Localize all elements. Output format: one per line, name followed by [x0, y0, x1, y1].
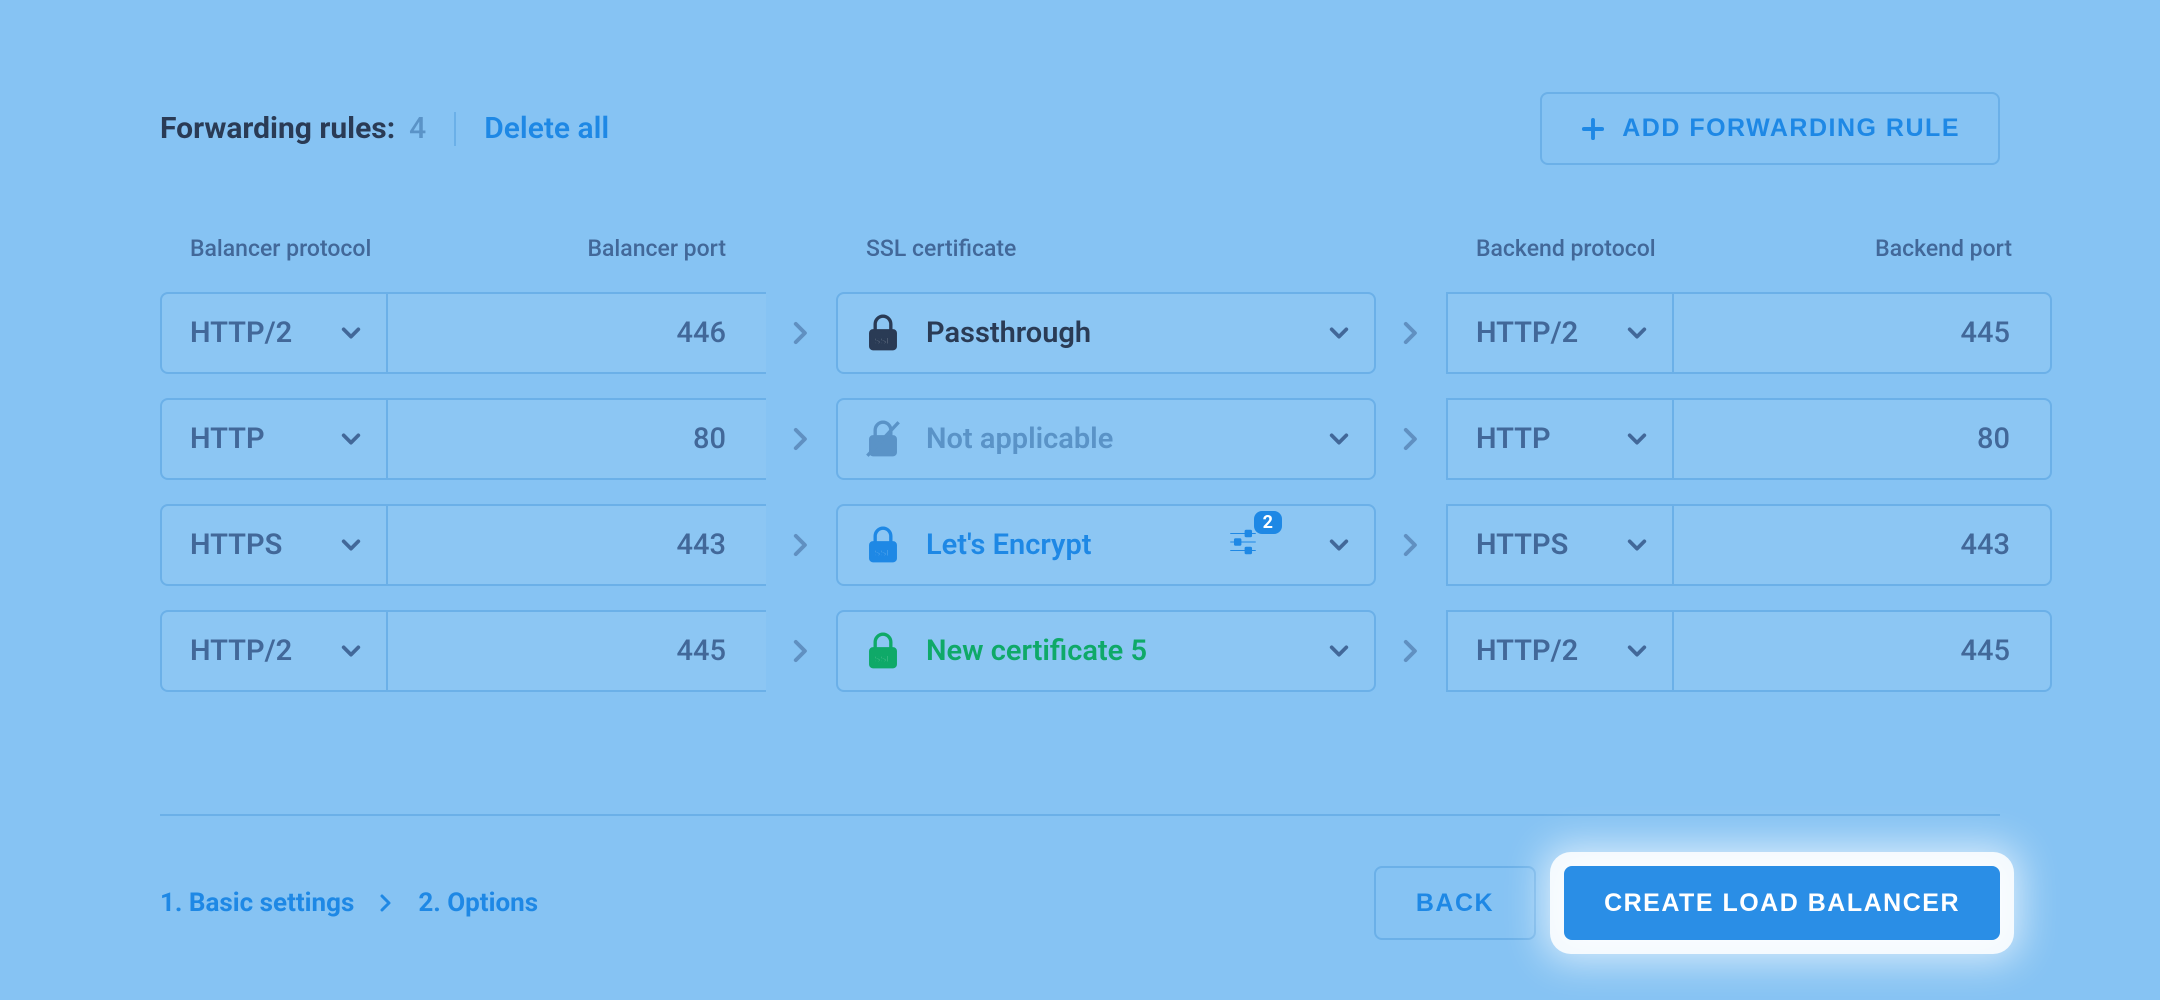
- balancer-port-input[interactable]: 446: [388, 294, 766, 372]
- chevron-right-icon: [788, 320, 814, 346]
- caret-down-icon: [1626, 640, 1648, 662]
- ssl-certificate-select[interactable]: Let's Encrypt 2: [836, 504, 1376, 586]
- caret-down-icon: [1328, 534, 1350, 556]
- ssl-certificate-select[interactable]: Not applicable: [836, 398, 1376, 480]
- caret-down-icon: [340, 322, 362, 344]
- lock-blue-icon: [864, 526, 902, 564]
- col-ssl-certificate: SSL certificate: [836, 235, 1376, 262]
- balancer-protocol-select[interactable]: HTTP/2 446: [160, 292, 766, 374]
- backend-protocol-value: HTTP/2: [1476, 634, 1578, 668]
- ssl-certificate-select[interactable]: New certificate 5: [836, 610, 1376, 692]
- chevron-right-icon: [788, 532, 814, 558]
- add-forwarding-rule-label: ADD FORWARDING RULE: [1622, 114, 1960, 143]
- forwarding-rules-count: 4: [409, 111, 426, 146]
- divider: [454, 112, 456, 146]
- col-backend-port: Backend port: [1672, 235, 2052, 262]
- backend-port-input[interactable]: 443: [1674, 506, 2050, 584]
- caret-down-icon: [1328, 322, 1350, 344]
- create-load-balancer-button[interactable]: CREATE LOAD BALANCER: [1564, 866, 2000, 940]
- forwarding-rule-row: HTTP/2 445 New certificate 5 HTTP/2 445: [160, 610, 2000, 692]
- lock-off-icon: [864, 420, 902, 458]
- balancer-protocol-value: HTTP/2: [190, 634, 292, 668]
- ssl-certificate-value: New certificate 5: [926, 634, 1286, 668]
- balancer-protocol-select[interactable]: HTTP 80: [160, 398, 766, 480]
- lock-green-icon: [864, 632, 902, 670]
- balancer-protocol-select[interactable]: HTTP/2 445: [160, 610, 766, 692]
- wizard-steps: 1. Basic settings 2. Options: [160, 888, 538, 918]
- caret-down-icon: [1328, 428, 1350, 450]
- chevron-right-icon: [376, 893, 396, 913]
- forwarding-rule-row: HTTP/2 446 Passthrough HTTP/2 445: [160, 292, 2000, 374]
- forwarding-rule-row: HTTP 80 Not applicable HTTP 80: [160, 398, 2000, 480]
- col-backend-protocol: Backend protocol: [1446, 235, 1672, 262]
- lock-dark-icon: [864, 314, 902, 352]
- chevron-right-icon: [1398, 532, 1424, 558]
- backend-port-input[interactable]: 445: [1674, 612, 2050, 690]
- backend-protocol-select[interactable]: HTTP 80: [1446, 398, 2052, 480]
- caret-down-icon: [1626, 428, 1648, 450]
- back-button[interactable]: BACK: [1374, 866, 1536, 940]
- add-forwarding-rule-button[interactable]: ADD FORWARDING RULE: [1540, 92, 2000, 165]
- balancer-port-input[interactable]: 445: [388, 612, 766, 690]
- caret-down-icon: [1626, 534, 1648, 556]
- backend-port-value: 80: [1977, 422, 2010, 456]
- chevron-right-icon: [1398, 638, 1424, 664]
- balancer-port-input[interactable]: 443: [388, 506, 766, 584]
- backend-port-input[interactable]: 445: [1674, 294, 2050, 372]
- delete-all-link[interactable]: Delete all: [484, 111, 609, 146]
- ssl-tune-button[interactable]: 2: [1226, 525, 1266, 565]
- backend-port-value: 445: [1961, 316, 2010, 350]
- ssl-certificate-value: Passthrough: [926, 316, 1286, 350]
- caret-down-icon: [1328, 640, 1350, 662]
- chevron-right-icon: [788, 426, 814, 452]
- col-balancer-port: Balancer port: [386, 235, 766, 262]
- backend-port-value: 445: [1961, 634, 2010, 668]
- forwarding-rule-row: HTTPS 443 Let's Encrypt 2 HTTPS: [160, 504, 2000, 586]
- col-balancer-protocol: Balancer protocol: [160, 235, 386, 262]
- balancer-protocol-select[interactable]: HTTPS 443: [160, 504, 766, 586]
- caret-down-icon: [340, 640, 362, 662]
- backend-protocol-value: HTTP/2: [1476, 316, 1578, 350]
- ssl-certificate-select[interactable]: Passthrough: [836, 292, 1376, 374]
- balancer-protocol-value: HTTP: [190, 422, 265, 456]
- backend-port-value: 443: [1961, 528, 2010, 562]
- ssl-certificate-value: Not applicable: [926, 422, 1286, 456]
- backend-protocol-select[interactable]: HTTPS 443: [1446, 504, 2052, 586]
- chevron-right-icon: [1398, 320, 1424, 346]
- backend-protocol-value: HTTPS: [1476, 528, 1568, 562]
- backend-protocol-select[interactable]: HTTP/2 445: [1446, 292, 2052, 374]
- step-options[interactable]: 2. Options: [418, 888, 538, 918]
- caret-down-icon: [340, 428, 362, 450]
- chevron-right-icon: [788, 638, 814, 664]
- ssl-certificate-value: Let's Encrypt: [926, 528, 1202, 562]
- step-basic-settings[interactable]: 1. Basic settings: [160, 888, 354, 918]
- balancer-port-input[interactable]: 80: [388, 400, 766, 478]
- balancer-port-value: 80: [693, 422, 726, 456]
- balancer-protocol-value: HTTPS: [190, 528, 282, 562]
- balancer-port-value: 443: [677, 528, 726, 562]
- backend-protocol-value: HTTP: [1476, 422, 1551, 456]
- ssl-tune-badge: 2: [1254, 511, 1282, 534]
- balancer-port-value: 445: [677, 634, 726, 668]
- forwarding-rules-label: Forwarding rules:: [160, 111, 395, 146]
- backend-protocol-select[interactable]: HTTP/2 445: [1446, 610, 2052, 692]
- backend-port-input[interactable]: 80: [1674, 400, 2050, 478]
- column-headers: Balancer protocol Balancer port SSL cert…: [160, 235, 2000, 262]
- balancer-port-value: 446: [677, 316, 726, 350]
- caret-down-icon: [1626, 322, 1648, 344]
- chevron-right-icon: [1398, 426, 1424, 452]
- balancer-protocol-value: HTTP/2: [190, 316, 292, 350]
- caret-down-icon: [340, 534, 362, 556]
- plus-icon: [1580, 116, 1606, 142]
